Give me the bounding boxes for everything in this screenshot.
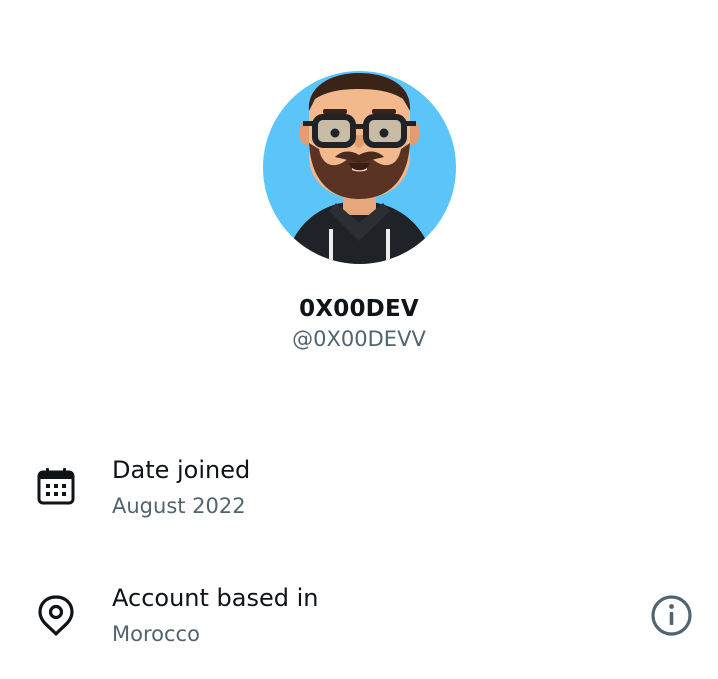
info-icon[interactable] [649,593,694,638]
calendar-icon [36,467,76,507]
account-based-value: Morocco [112,622,200,646]
user-handle: @0X00DEVV [292,327,426,351]
account-based-label: Account based in [112,584,319,612]
display-name: 0X00DEV [299,296,419,322]
avatar-image [263,71,456,264]
date-joined-value: August 2022 [112,494,246,518]
location-pin-icon [36,594,76,636]
date-joined-label: Date joined [112,456,251,484]
avatar[interactable] [263,71,456,264]
